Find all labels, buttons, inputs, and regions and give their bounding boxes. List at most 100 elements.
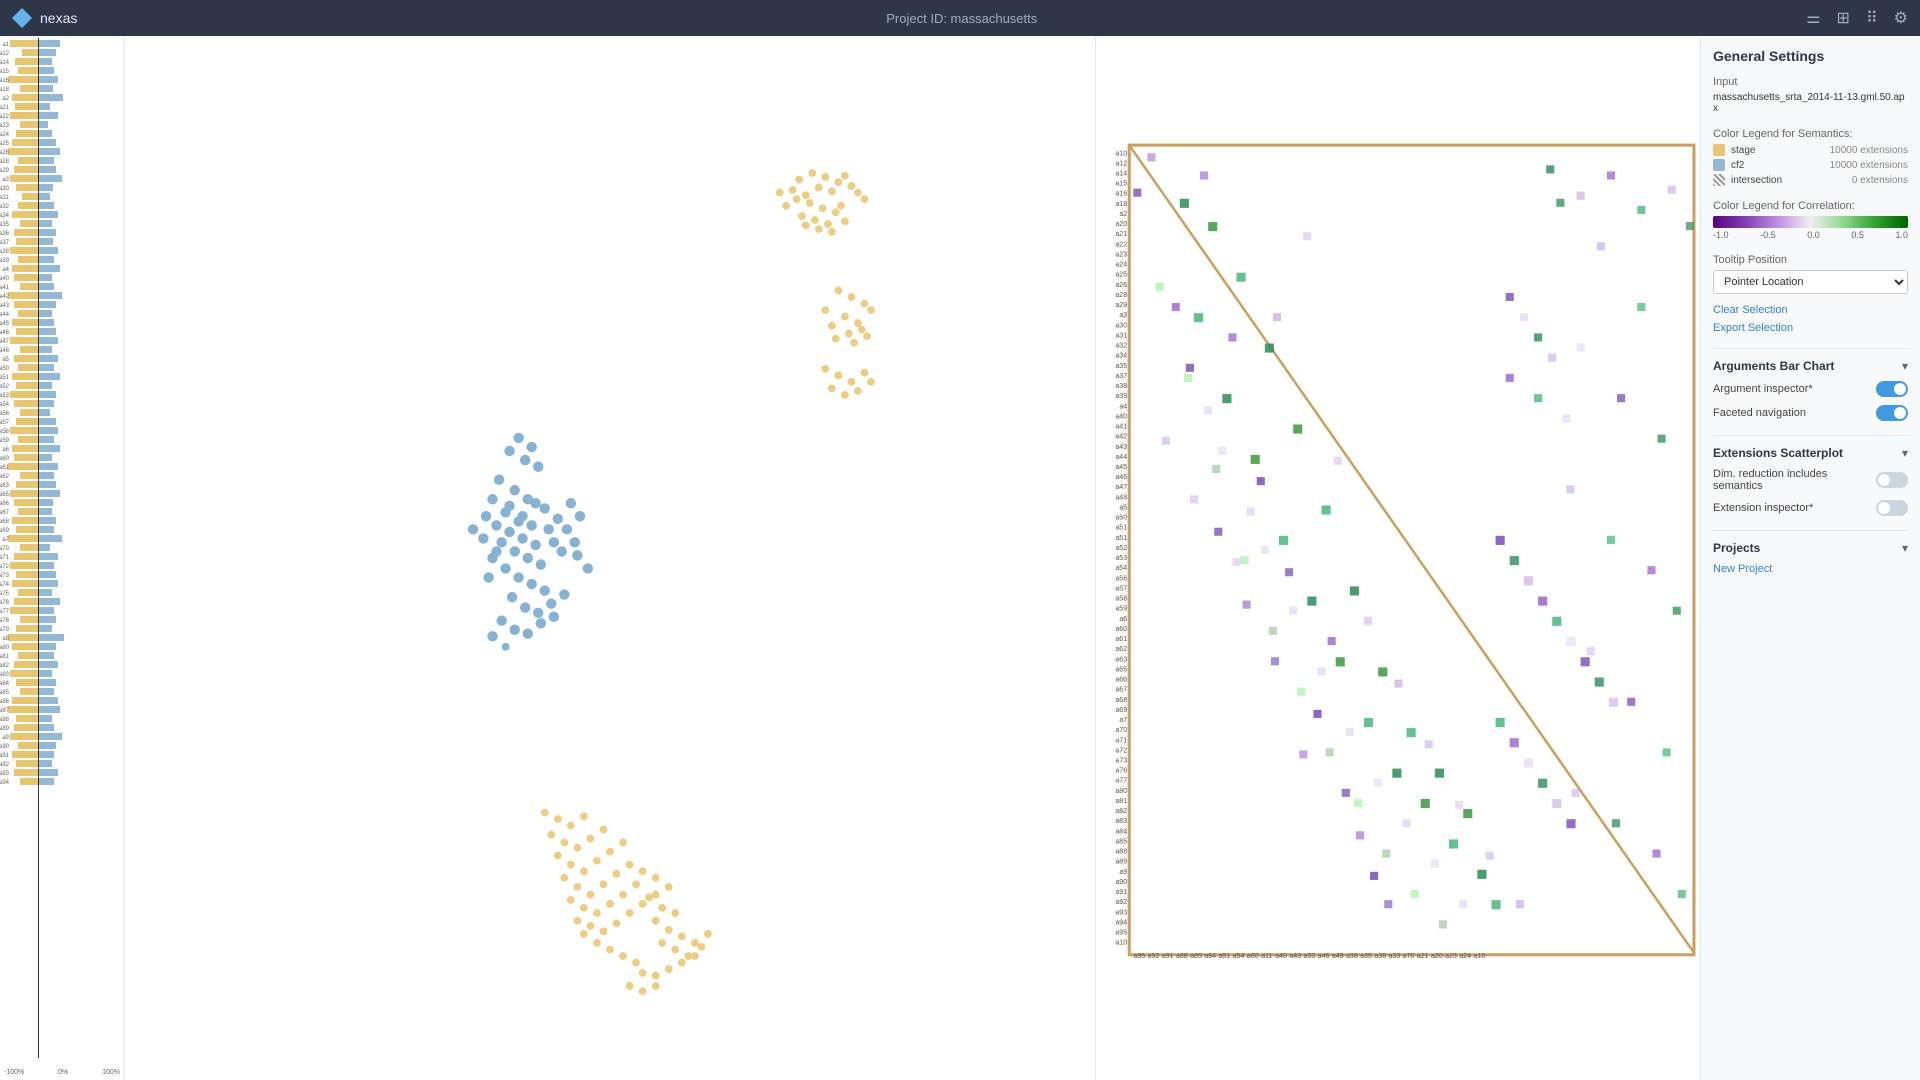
tooltip-position-section: Tooltip Position Pointer Location [1713,254,1908,294]
svg-text:a51: a51 [1218,952,1230,960]
dim-reduction-toggle[interactable] [1876,472,1908,488]
grid-icon[interactable]: ⊞ [1837,8,1850,28]
svg-text:a85: a85 [1115,837,1127,845]
svg-text:a90: a90 [0,744,10,750]
logo-icon [12,8,32,28]
divider-2 [1713,435,1908,436]
svg-text:a3: a3 [1119,311,1127,319]
svg-text:a22: a22 [1115,240,1127,248]
arguments-bar-chart-header[interactable]: Arguments Bar Chart ▾ [1713,359,1908,373]
argument-inspector-row: Argument inspector* [1713,381,1908,397]
svg-text:a20: a20 [1115,220,1127,228]
scatterplot-panel[interactable] [125,36,1095,1080]
left-bar-chart-panel: a1a12a14 a15a16a18 a2a21a22 a23a24a25 a2… [0,36,125,1080]
svg-text:a2: a2 [1119,210,1127,218]
projects-header[interactable]: Projects ▾ [1713,541,1908,555]
svg-text:a31: a31 [0,195,10,201]
svg-text:a34: a34 [0,213,10,219]
svg-text:a84: a84 [1204,952,1216,960]
stage-count: 10000 extensions [1830,145,1908,156]
svg-text:a10: a10 [1473,952,1485,960]
svg-text:a52: a52 [1115,544,1127,552]
svg-text:a39: a39 [1115,392,1127,400]
svg-text:a30: a30 [1115,321,1127,329]
svg-text:a61: a61 [0,465,10,471]
legend-intersection: intersection 0 extensions [1713,174,1908,186]
svg-text:a9: a9 [1119,868,1127,876]
svg-text:a24: a24 [1459,952,1471,960]
svg-text:a68: a68 [1115,696,1127,704]
svg-text:a54: a54 [0,402,10,408]
svg-text:a94: a94 [1115,918,1127,926]
svg-text:a59: a59 [0,438,10,444]
svg-text:a4: a4 [2,267,9,273]
corr-label-05: 0.5 [1851,230,1864,240]
svg-text:a84: a84 [0,681,10,687]
export-selection-link[interactable]: Export Selection [1713,322,1908,334]
svg-text:a46: a46 [1115,473,1127,481]
svg-text:a35: a35 [1115,362,1127,370]
faceted-navigation-toggle[interactable] [1876,405,1908,421]
svg-text:a85: a85 [1190,952,1202,960]
extension-inspector-toggle[interactable] [1876,500,1908,516]
settings-icon[interactable]: ⚙ [1894,8,1908,28]
new-project-link[interactable]: New Project [1713,563,1908,575]
project-id: Project ID: massachusetts [117,11,1806,26]
svg-text:a40: a40 [1115,412,1127,420]
svg-text:a62: a62 [1115,645,1127,653]
svg-text:a18: a18 [0,87,10,93]
argument-inspector-toggle[interactable] [1876,381,1908,397]
svg-text:a7: a7 [1119,716,1127,724]
svg-text:a32: a32 [0,204,10,210]
svg-text:a70: a70 [1115,726,1127,734]
svg-text:a57: a57 [1115,584,1127,592]
filter-icon[interactable]: ⚌ [1806,8,1820,28]
arguments-chevron-icon: ▾ [1902,359,1908,373]
logo: nexas [12,8,77,28]
clear-selection-link[interactable]: Clear Selection [1713,304,1908,316]
settings-panel: General Settings Input massachusetts_srt… [1700,36,1920,1080]
svg-text:a91: a91 [1162,952,1174,960]
header: nexas Project ID: massachusetts ⚌ ⊞ ⠿ ⚙ [0,0,1920,36]
svg-text:a60: a60 [0,456,10,462]
svg-text:a36: a36 [1374,952,1386,960]
svg-text:a45: a45 [0,321,10,327]
svg-text:a29: a29 [0,168,10,174]
extensions-scatterplot-header[interactable]: Extensions Scatterplot ▾ [1713,446,1908,460]
svg-text:a37: a37 [1115,372,1127,380]
svg-text:a23: a23 [1115,250,1127,258]
apps-icon[interactable]: ⠿ [1866,8,1878,28]
svg-text:a6: a6 [1119,615,1127,623]
svg-text:a29: a29 [1115,301,1127,309]
svg-text:a25: a25 [0,141,10,147]
svg-text:a9: a9 [2,735,9,741]
svg-text:a15: a15 [0,69,10,75]
svg-text:a91: a91 [1115,888,1127,896]
svg-text:a65: a65 [1115,665,1127,673]
intersection-label: intersection [1731,175,1782,186]
svg-text:a53: a53 [0,393,10,399]
svg-text:a26: a26 [0,150,10,156]
axis-label-zero: 0% [58,1069,68,1076]
bar-chart: a1a12a14 a15a16a18 a2a21a22 a23a24a25 a2… [0,36,124,1080]
svg-text:a40: a40 [1275,952,1287,960]
svg-text:a69: a69 [1115,706,1127,714]
svg-text:a18: a18 [1115,200,1127,208]
argument-inspector-label: Argument inspector* [1713,383,1813,395]
svg-text:a46: a46 [0,330,10,336]
tooltip-position-dropdown[interactable]: Pointer Location [1713,270,1908,294]
svg-text:a85: a85 [0,690,10,696]
svg-text:a21: a21 [1417,952,1429,960]
svg-text:a53: a53 [1115,554,1127,562]
svg-text:a14: a14 [0,60,10,66]
svg-text:a26: a26 [1115,281,1127,289]
svg-text:a93: a93 [1115,908,1127,916]
cf2-label: cf2 [1731,160,1744,171]
svg-text:a43: a43 [0,303,10,309]
svg-text:a47: a47 [0,339,10,345]
svg-text:a32: a32 [1115,342,1127,350]
svg-text:a43: a43 [1115,443,1127,451]
svg-text:a70: a70 [0,546,10,552]
svg-text:a73: a73 [1115,756,1127,764]
svg-text:a71: a71 [1115,736,1127,744]
